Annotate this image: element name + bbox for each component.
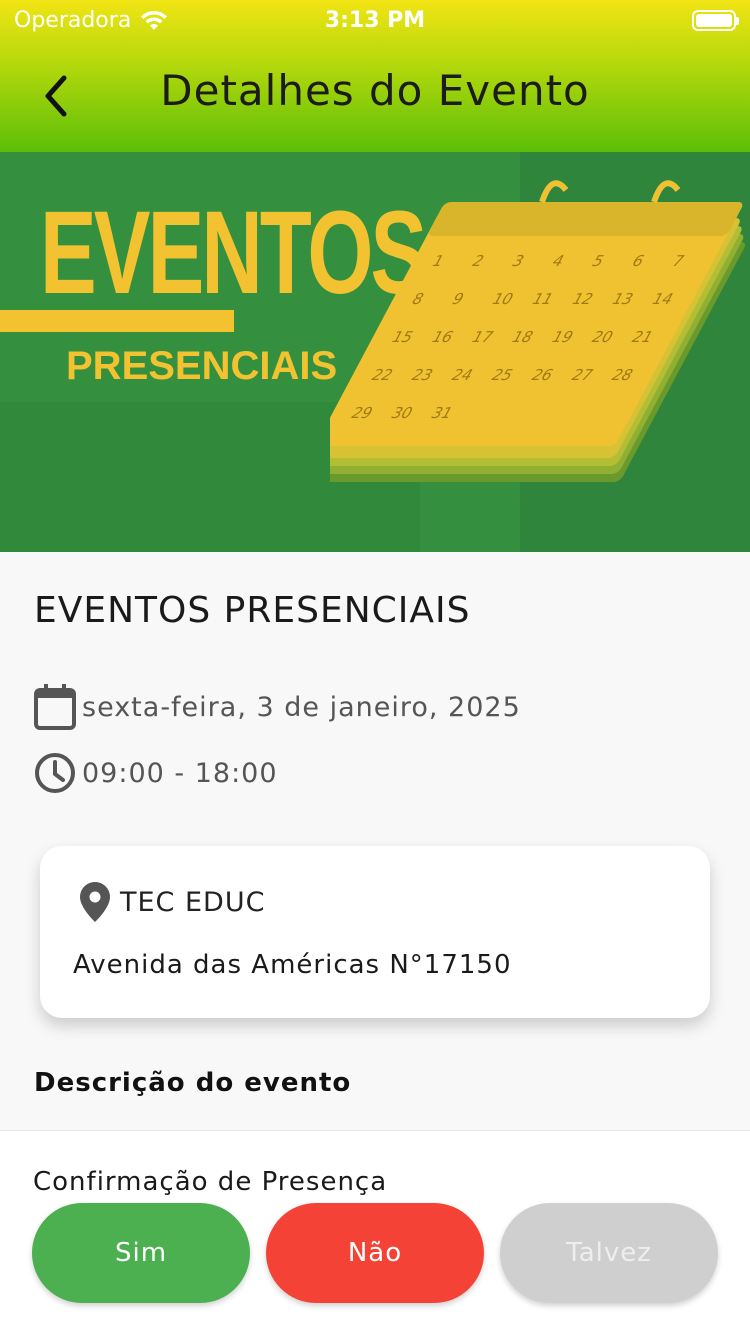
rsvp-no-button[interactable]: Não xyxy=(266,1203,484,1303)
rsvp-maybe-button[interactable]: Talvez xyxy=(500,1203,718,1303)
location-pin-icon xyxy=(80,882,110,922)
banner-divider xyxy=(0,310,234,332)
rsvp-yes-button[interactable]: Sim xyxy=(32,1203,250,1303)
event-title: EVENTOS PRESENCIAIS xyxy=(34,590,471,631)
calendar-illustration: 1 2 3 4 5 6 78 9 10 11 12 13 1415 16 17 18 19 20 2122 23 24 2… xyxy=(330,180,746,482)
app-header: Operadora 3:13 PM Detalhes do Evento xyxy=(0,0,750,152)
status-bar: Operadora 3:13 PM xyxy=(0,0,750,40)
event-date-row: sexta-feira, 3 de janeiro, 2025 xyxy=(34,684,521,730)
clock-icon xyxy=(35,753,75,793)
status-time: 3:13 PM xyxy=(324,8,426,33)
location-card[interactable]: TEC EDUC Avenida das Américas N°17150 xyxy=(40,846,710,1018)
rsvp-label: Confirmação de Presença xyxy=(33,1167,388,1197)
location-name: TEC EDUC xyxy=(120,886,266,918)
location-header: TEC EDUC xyxy=(80,882,265,922)
description-heading: Descrição do evento xyxy=(34,1068,352,1098)
banner-subtitle: PRESENCIAIS xyxy=(66,344,338,388)
calendar-icon xyxy=(34,684,76,730)
event-banner-image: EVENTOS PRESENCIAIS 1 2 3 4 5 6 7 8 9 10 11 12 13 14 1… xyxy=(0,152,750,552)
rsvp-panel: Confirmação de Presença Sim Não Talvez xyxy=(0,1130,750,1334)
event-date: sexta-feira, 3 de janeiro, 2025 xyxy=(82,691,521,723)
event-time: 09:00 - 18:00 xyxy=(82,757,278,789)
battery-icon xyxy=(692,10,739,31)
location-address: Avenida das Américas N°17150 xyxy=(73,950,512,980)
page-title: Detalhes do Evento xyxy=(160,66,590,115)
event-time-row: 09:00 - 18:00 xyxy=(34,752,278,794)
